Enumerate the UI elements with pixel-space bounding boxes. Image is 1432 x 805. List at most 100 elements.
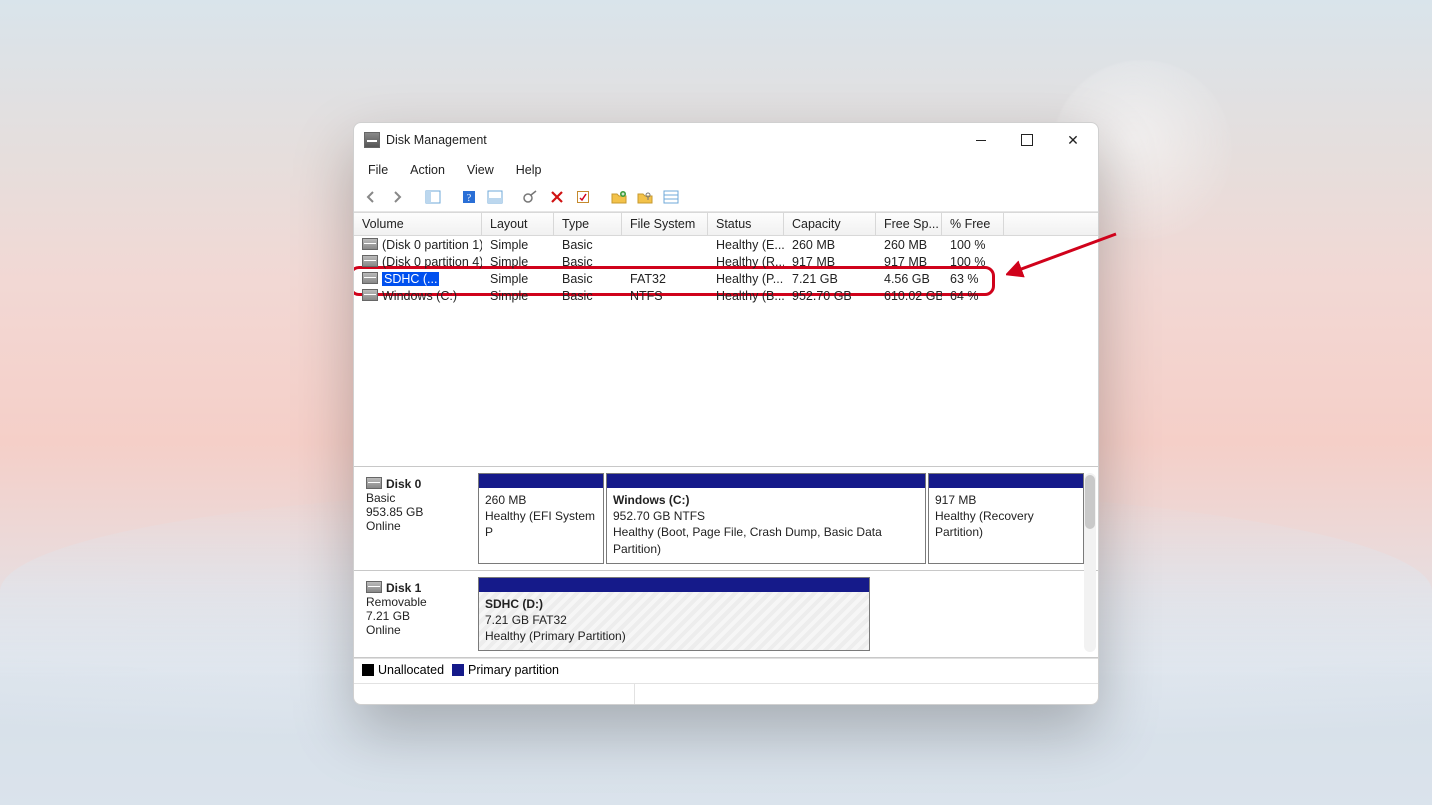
volume-row[interactable]: (Disk 0 partition 4)SimpleBasicHealthy (… xyxy=(354,253,1098,270)
col-padding xyxy=(1004,213,1098,235)
swatch-black-icon xyxy=(362,664,374,676)
volume-free: 260 MB xyxy=(876,238,942,252)
volume-layout: Simple xyxy=(482,255,554,269)
scrollbar-thumb[interactable] xyxy=(1085,475,1095,529)
delete-icon xyxy=(550,190,564,204)
disk-block[interactable]: Disk 0Basic953.85 GBOnline260 MBHealthy … xyxy=(354,467,1098,571)
menu-help[interactable]: Help xyxy=(512,161,546,179)
folder-key-icon xyxy=(637,190,653,204)
disk-info: Disk 0Basic953.85 GBOnline xyxy=(360,473,474,564)
drive-icon xyxy=(362,289,378,301)
disk-label: Disk 1 xyxy=(386,581,421,595)
volume-type: Basic xyxy=(554,238,622,252)
drive-icon xyxy=(362,238,378,250)
disk-state: Online xyxy=(366,623,470,637)
volume-type: Basic xyxy=(554,289,622,303)
partition-size: 917 MB xyxy=(935,492,1077,508)
window-title: Disk Management xyxy=(386,133,487,147)
partition-status: Healthy (Boot, Page File, Crash Dump, Ba… xyxy=(613,524,919,556)
app-icon xyxy=(364,132,380,148)
scrollbar[interactable] xyxy=(1084,473,1096,652)
refresh-button[interactable] xyxy=(520,187,542,207)
partition-status: Healthy (Primary Partition) xyxy=(485,628,863,644)
col-free[interactable]: Free Sp... xyxy=(876,213,942,235)
volume-list[interactable]: (Disk 0 partition 1)SimpleBasicHealthy (… xyxy=(354,236,1098,466)
volume-status: Healthy (B... xyxy=(708,289,784,303)
partition-title: SDHC (D:) xyxy=(485,596,863,612)
col-type[interactable]: Type xyxy=(554,213,622,235)
maximize-icon xyxy=(1021,134,1033,146)
help-button[interactable]: ? xyxy=(458,187,480,207)
legend-unallocated: Unallocated xyxy=(362,663,444,677)
col-status[interactable]: Status xyxy=(708,213,784,235)
partition[interactable]: SDHC (D:)7.21 GB FAT32Healthy (Primary P… xyxy=(478,577,870,652)
partition[interactable]: 260 MBHealthy (EFI System P xyxy=(478,473,604,564)
new-folder-button[interactable] xyxy=(608,187,630,207)
partition[interactable]: 917 MBHealthy (Recovery Partition) xyxy=(928,473,1084,564)
partitions: 260 MBHealthy (EFI System PWindows (C:)9… xyxy=(478,473,1092,564)
partition-title: Windows (C:) xyxy=(613,492,919,508)
maximize-button[interactable] xyxy=(1004,123,1050,157)
disk-label: Disk 0 xyxy=(386,477,421,491)
volume-name: (Disk 0 partition 1) xyxy=(382,238,482,252)
volume-type: Basic xyxy=(554,272,622,286)
forward-button[interactable] xyxy=(386,187,408,207)
refresh-icon xyxy=(523,190,539,204)
list-view-button[interactable] xyxy=(660,187,682,207)
disk-icon xyxy=(366,477,382,489)
drive-icon xyxy=(362,255,378,267)
col-pfree[interactable]: % Free xyxy=(942,213,1004,235)
partition-size: 952.70 GB NTFS xyxy=(613,508,919,524)
drive-icon xyxy=(362,272,378,284)
close-icon: ✕ xyxy=(1067,133,1079,147)
disk-block[interactable]: Disk 1Removable7.21 GBOnlineSDHC (D:)7.2… xyxy=(354,571,1098,659)
folder-plus-icon xyxy=(611,190,627,204)
menu-action[interactable]: Action xyxy=(406,161,449,179)
list-view-icon xyxy=(663,190,679,204)
menu-view[interactable]: View xyxy=(463,161,498,179)
partition-stripe xyxy=(479,474,603,488)
partition-size: 260 MB xyxy=(485,492,597,508)
show-hide-tree-button[interactable] xyxy=(422,187,444,207)
disk-size: 7.21 GB xyxy=(366,609,470,623)
disk-state: Online xyxy=(366,519,470,533)
disk-size: 953.85 GB xyxy=(366,505,470,519)
properties-icon xyxy=(576,190,590,204)
partition[interactable]: Windows (C:)952.70 GB NTFSHealthy (Boot,… xyxy=(606,473,926,564)
volume-row[interactable]: (Disk 0 partition 1)SimpleBasicHealthy (… xyxy=(354,236,1098,253)
properties-button[interactable] xyxy=(572,187,594,207)
settings-button[interactable] xyxy=(484,187,506,207)
volume-pfree: 100 % xyxy=(942,255,1004,269)
statusbar xyxy=(354,683,1098,704)
volume-name: SDHC (... xyxy=(382,272,439,286)
volume-layout: Simple xyxy=(482,289,554,303)
legend: Unallocated Primary partition xyxy=(354,658,1098,683)
settings-pane-icon xyxy=(487,190,503,204)
col-fs[interactable]: File System xyxy=(622,213,708,235)
volume-row[interactable]: SDHC (...SimpleBasicFAT32Healthy (P...7.… xyxy=(354,270,1098,287)
back-button[interactable] xyxy=(360,187,382,207)
menu-file[interactable]: File xyxy=(364,161,392,179)
volume-status: Healthy (R... xyxy=(708,255,784,269)
permissions-button[interactable] xyxy=(634,187,656,207)
close-button[interactable]: ✕ xyxy=(1050,123,1096,157)
volume-fs: FAT32 xyxy=(622,272,708,286)
volume-free: 610.02 GB xyxy=(876,289,942,303)
partition-status: Healthy (Recovery Partition) xyxy=(935,508,1077,540)
minimize-button[interactable] xyxy=(958,123,1004,157)
col-capacity[interactable]: Capacity xyxy=(784,213,876,235)
titlebar[interactable]: Disk Management ✕ xyxy=(354,123,1098,157)
arrow-right-icon xyxy=(390,190,404,204)
col-volume[interactable]: Volume xyxy=(354,213,482,235)
delete-button[interactable] xyxy=(546,187,568,207)
volume-layout: Simple xyxy=(482,238,554,252)
disk-icon xyxy=(366,581,382,593)
volume-layout: Simple xyxy=(482,272,554,286)
volume-row[interactable]: Windows (C:)SimpleBasicNTFSHealthy (B...… xyxy=(354,287,1098,304)
disk-kind: Basic xyxy=(366,491,470,505)
col-layout[interactable]: Layout xyxy=(482,213,554,235)
volume-name: (Disk 0 partition 4) xyxy=(382,255,482,269)
partition-stripe xyxy=(607,474,925,488)
partition-stripe xyxy=(479,578,869,592)
graphical-view[interactable]: Disk 0Basic953.85 GBOnline260 MBHealthy … xyxy=(354,466,1098,658)
